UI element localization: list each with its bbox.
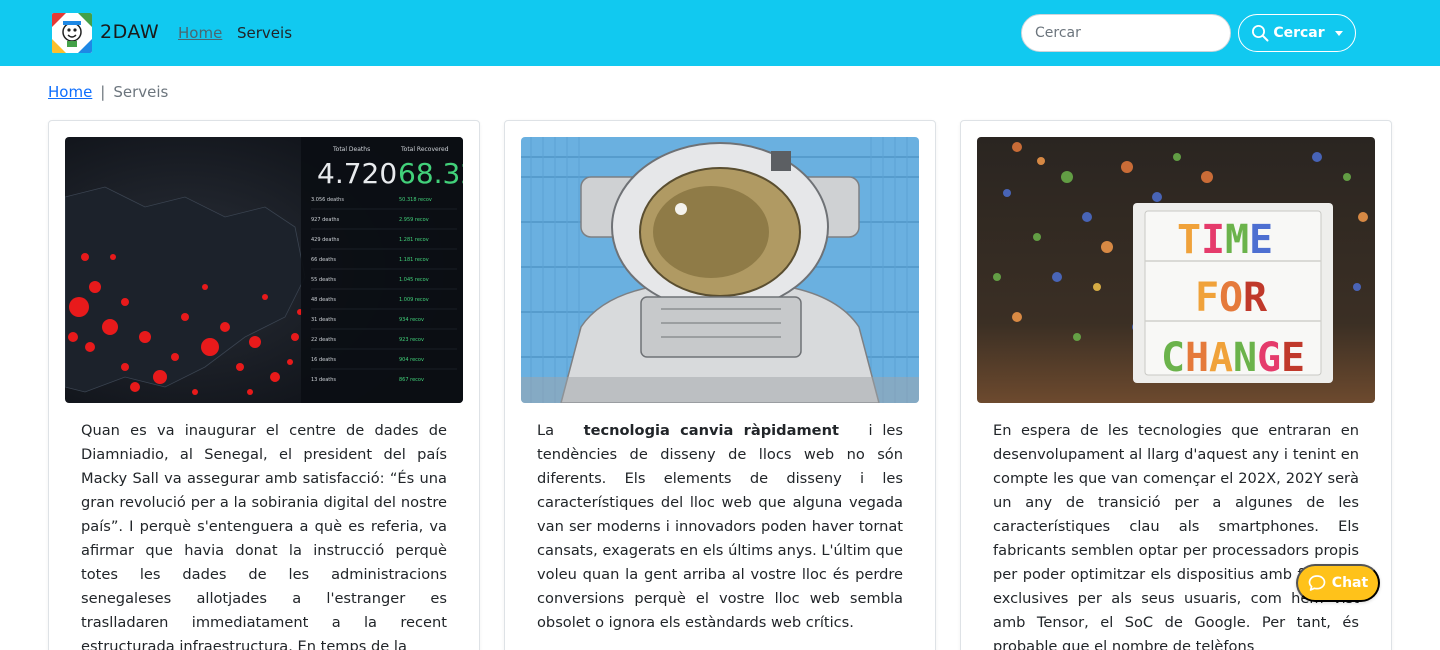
chat-button[interactable]: Chat — [1296, 564, 1380, 602]
svg-text:13 deaths: 13 deaths — [311, 377, 336, 383]
svg-text:H: H — [1185, 335, 1209, 381]
caret-down-icon — [1334, 30, 1343, 36]
navbar: 2DAW Home Serveis Cercar — [0, 0, 1440, 66]
svg-text:429 deaths: 429 deaths — [311, 237, 340, 243]
svg-text:1.181 recov: 1.181 recov — [399, 257, 429, 263]
breadcrumb-separator: | — [100, 83, 106, 101]
svg-text:934 recov: 934 recov — [399, 317, 424, 323]
svg-text:M: M — [1225, 217, 1249, 263]
svg-text:I: I — [1201, 217, 1225, 263]
svg-text:923 recov: 923 recov — [399, 337, 424, 343]
svg-text:Total Deaths: Total Deaths — [332, 146, 370, 153]
svg-text:22 deaths: 22 deaths — [311, 337, 336, 343]
svg-text:Total Recovered: Total Recovered — [400, 146, 449, 153]
svg-text:3.056 deaths: 3.056 deaths — [311, 197, 344, 203]
svg-text:55 deaths: 55 deaths — [311, 277, 336, 283]
svg-text:E: E — [1249, 217, 1273, 263]
service-card-2: La tecnologia canvia ràpidament i les te… — [504, 120, 936, 650]
nav-link-serveis[interactable]: Serveis — [237, 24, 292, 42]
card-text-1: Quan es va inaugurar el centre de dades … — [81, 422, 447, 650]
brand-logo[interactable] — [52, 13, 92, 53]
search-button-label: Cercar — [1273, 25, 1325, 41]
svg-text:48 deaths: 48 deaths — [311, 297, 336, 303]
brand-name[interactable]: 2DAW — [100, 21, 159, 43]
card-image-astronaut — [521, 137, 919, 403]
breadcrumb-current: Serveis — [113, 83, 169, 101]
svg-text:2.959 recov: 2.959 recov — [399, 217, 429, 223]
breadcrumb-home-link[interactable]: Home — [48, 83, 92, 101]
search-dropdown-button[interactable]: Cercar — [1238, 14, 1356, 52]
breadcrumb: Home | Serveis — [48, 83, 168, 101]
svg-text:C: C — [1161, 335, 1185, 381]
svg-text:E: E — [1281, 335, 1305, 381]
chat-button-label: Chat — [1331, 575, 1369, 591]
card-text-2: La tecnologia canvia ràpidament i les te… — [537, 419, 903, 635]
search-input[interactable] — [1021, 14, 1231, 52]
svg-text:31 deaths: 31 deaths — [311, 317, 336, 323]
nav-link-home[interactable]: Home — [178, 24, 222, 42]
chat-bubble-icon — [1308, 575, 1326, 591]
svg-text:867 recov: 867 recov — [399, 377, 424, 383]
svg-text:T: T — [1177, 217, 1201, 263]
svg-text:R: R — [1243, 275, 1268, 321]
svg-text:66 deaths: 66 deaths — [311, 257, 336, 263]
card-text-2-bold: tecnologia canvia ràpidament — [583, 422, 839, 439]
card-text-2-prefix: La — [537, 422, 555, 439]
card-text-2-suffix: i les tendències de disseny de llocs web… — [537, 422, 904, 631]
svg-text:16 deaths: 16 deaths — [311, 357, 336, 363]
svg-text:927 deaths: 927 deaths — [311, 217, 340, 223]
card-text-3: En espera de les tecnologies que entrara… — [993, 422, 1359, 650]
svg-text:4.720: 4.720 — [317, 157, 397, 190]
svg-text:904 recov: 904 recov — [399, 357, 424, 363]
service-card-1: Total Deaths Total Recovered 4.720 68.32… — [48, 120, 480, 650]
svg-text:1.281 recov: 1.281 recov — [399, 237, 429, 243]
svg-text:A: A — [1209, 335, 1233, 381]
svg-text:G: G — [1257, 335, 1281, 381]
svg-text:N: N — [1233, 335, 1257, 381]
search-icon — [1252, 25, 1269, 42]
svg-text:68.324: 68.324 — [398, 157, 463, 190]
card-image-lightbox: T I M E F O R C H A N G E — [977, 137, 1375, 403]
svg-text:F: F — [1195, 275, 1219, 321]
svg-text:1.045 recov: 1.045 recov — [399, 277, 429, 283]
svg-text:O: O — [1219, 275, 1243, 321]
card-image-covid-map: Total Deaths Total Recovered 4.720 68.32… — [65, 137, 463, 403]
svg-text:50.318 recov: 50.318 recov — [399, 197, 432, 203]
svg-text:1.009 recov: 1.009 recov — [399, 297, 429, 303]
